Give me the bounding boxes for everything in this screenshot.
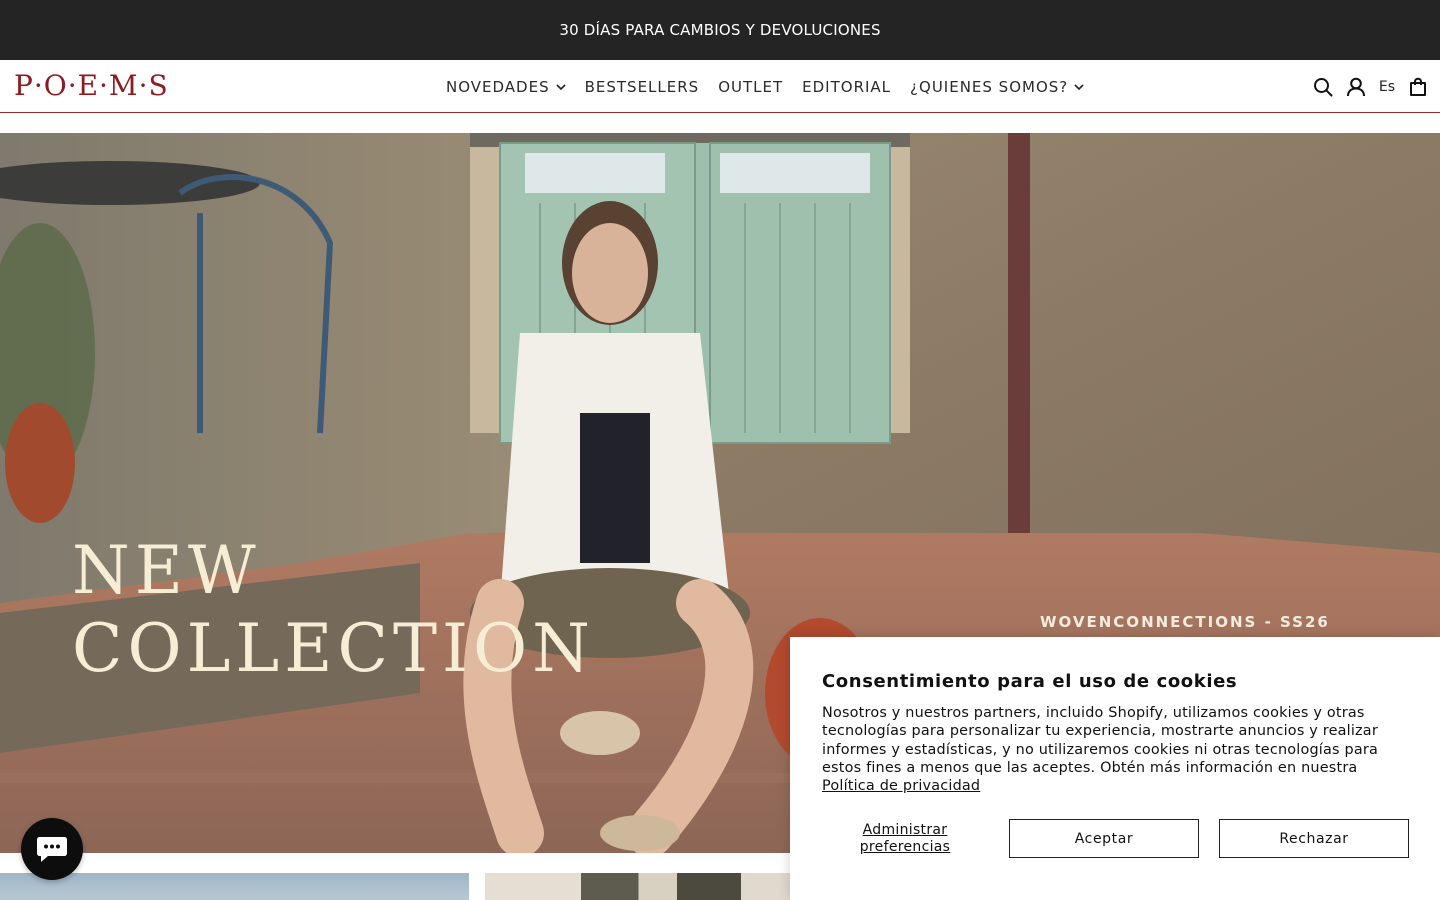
manage-preferences-button[interactable]: Administrar preferencias (822, 819, 988, 858)
hero-title-line1: NEW (72, 532, 261, 609)
nav-item-editorial[interactable]: EDITORIAL (802, 78, 891, 96)
language-selector[interactable]: Es (1379, 79, 1395, 95)
hero-title-line2: COLLECTION (72, 610, 595, 687)
site-header: P·O·E·M·S NOVEDADES BESTSELLERS OUTLET E… (0, 60, 1440, 113)
hero-title: NEW COLLECTION (72, 538, 595, 682)
hero-subtitle: WOVENCONNECTIONS - SS26 (1040, 613, 1330, 631)
chevron-down-icon (1074, 83, 1084, 90)
collection-thumbnail[interactable] (485, 873, 805, 900)
collection-thumbnail[interactable] (0, 873, 469, 900)
chat-icon (37, 837, 67, 862)
accept-button[interactable]: Aceptar (1009, 819, 1199, 858)
cookie-consent-banner: Consentimiento para el uso de cookies No… (790, 637, 1440, 900)
announcement-bar: 30 DÍAS PARA CAMBIOS Y DEVOLUCIONES (0, 0, 1440, 60)
account-icon[interactable] (1346, 77, 1366, 97)
chat-button[interactable] (21, 818, 83, 880)
nav-item-quienes-somos[interactable]: ¿QUIENES SOMOS? (910, 78, 1084, 96)
header-actions: Es (1300, 60, 1428, 113)
cart-icon[interactable] (1408, 77, 1428, 97)
nav-label: NOVEDADES (446, 77, 550, 96)
nav-item-outlet[interactable]: OUTLET (718, 78, 783, 96)
chevron-down-icon (556, 83, 566, 90)
main-nav: NOVEDADES BESTSELLERS OUTLET EDITORIAL ¿… (446, 60, 1103, 113)
cookie-actions: Administrar preferencias Aceptar Rechaza… (822, 819, 1409, 858)
cookie-body-text: Nosotros y nuestros partners, incluido S… (822, 705, 1378, 776)
cookie-title: Consentimiento para el uso de cookies (822, 671, 1238, 692)
cookie-body: Nosotros y nuestros partners, incluido S… (822, 704, 1392, 795)
nav-label: EDITORIAL (802, 77, 892, 96)
privacy-policy-link[interactable]: Política de privacidad (822, 778, 980, 794)
search-icon[interactable] (1313, 77, 1333, 97)
nav-item-novedades[interactable]: NOVEDADES (446, 78, 566, 96)
nav-label: BESTSELLERS (584, 77, 700, 96)
nav-item-bestsellers[interactable]: BESTSELLERS (585, 78, 700, 96)
announcement-text: 30 DÍAS PARA CAMBIOS Y DEVOLUCIONES (559, 21, 881, 39)
nav-label: ¿QUIENES SOMOS? (910, 77, 1069, 96)
brand-logo[interactable]: P·O·E·M·S (14, 70, 169, 102)
nav-label: OUTLET (718, 77, 784, 96)
reject-button[interactable]: Rechazar (1219, 819, 1409, 858)
